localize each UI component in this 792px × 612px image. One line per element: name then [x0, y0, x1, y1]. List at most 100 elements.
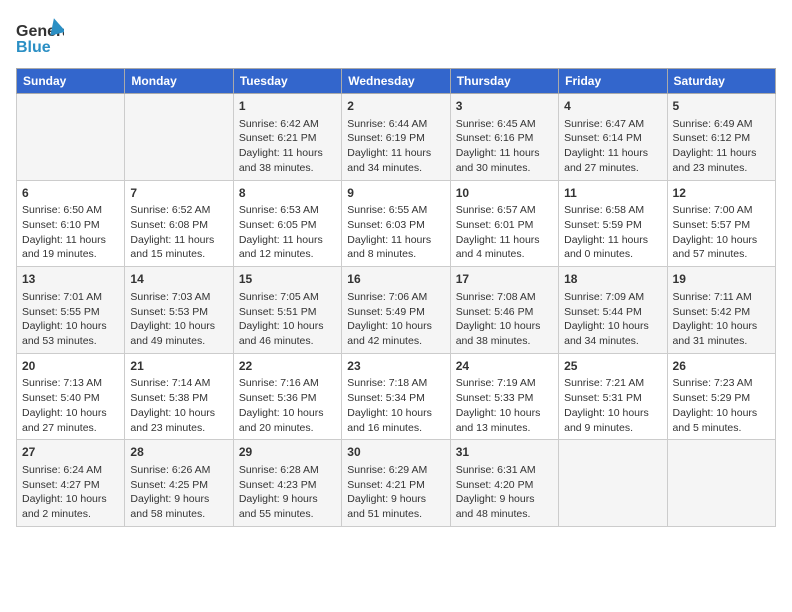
day-number: 6	[22, 185, 119, 202]
day-info: Sunrise: 7:18 AMSunset: 5:34 PMDaylight:…	[347, 376, 444, 435]
day-info: Sunrise: 7:19 AMSunset: 5:33 PMDaylight:…	[456, 376, 553, 435]
day-header-thursday: Thursday	[450, 69, 558, 94]
day-info: Sunrise: 7:01 AMSunset: 5:55 PMDaylight:…	[22, 290, 119, 349]
day-info: Sunrise: 6:57 AMSunset: 6:01 PMDaylight:…	[456, 203, 553, 262]
calendar-cell: 29 Sunrise: 6:28 AMSunset: 4:23 PMDayligh…	[233, 440, 341, 527]
day-info: Sunrise: 7:06 AMSunset: 5:49 PMDaylight:…	[347, 290, 444, 349]
calendar-week-2: 6Sunrise: 6:50 AMSunset: 6:10 PMDaylight…	[17, 180, 776, 267]
day-info: Sunrise: 7:09 AMSunset: 5:44 PMDaylight:…	[564, 290, 661, 349]
day-number: 11	[564, 185, 661, 202]
calendar-cell: 14Sunrise: 7:03 AMSunset: 5:53 PMDayligh…	[125, 267, 233, 354]
day-header-saturday: Saturday	[667, 69, 775, 94]
day-header-tuesday: Tuesday	[233, 69, 341, 94]
day-number: 5	[673, 98, 770, 115]
day-info: Sunrise: 6:53 AMSunset: 6:05 PMDaylight:…	[239, 203, 336, 262]
calendar-cell: 24Sunrise: 7:19 AMSunset: 5:33 PMDayligh…	[450, 353, 558, 440]
day-info: Sunrise: 7:00 AMSunset: 5:57 PMDaylight:…	[673, 203, 770, 262]
day-number: 12	[673, 185, 770, 202]
calendar-cell: 31 Sunrise: 6:31 AMSunset: 4:20 PMDayligh…	[450, 440, 558, 527]
calendar-cell: 11Sunrise: 6:58 AMSunset: 5:59 PMDayligh…	[559, 180, 667, 267]
page-header: General Blue	[16, 16, 776, 60]
day-number: 30	[347, 444, 444, 461]
day-number: 20	[22, 358, 119, 375]
day-number: 1	[239, 98, 336, 115]
calendar-cell: 12Sunrise: 7:00 AMSunset: 5:57 PMDayligh…	[667, 180, 775, 267]
day-info: Sunrise: 7:13 AMSunset: 5:40 PMDaylight:…	[22, 376, 119, 435]
calendar-cell: 30Sunrise: 6:29 AMSunset: 4:21 PMDayligh…	[342, 440, 450, 527]
day-number: 13	[22, 271, 119, 288]
day-info: Sunrise: 7:14 AMSunset: 5:38 PMDaylight:…	[130, 376, 227, 435]
day-number: 25	[564, 358, 661, 375]
calendar-cell: 17Sunrise: 7:08 AMSunset: 5:46 PMDayligh…	[450, 267, 558, 354]
day-info: Sunrise: 7:05 AMSunset: 5:51 PMDaylight:…	[239, 290, 336, 349]
calendar-week-1: 1 Sunrise: 6:42 AMSunset: 6:21 PMDaylight…	[17, 94, 776, 181]
calendar-cell: 13 Sunrise: 7:01 AMSunset: 5:55 PMDayligh…	[17, 267, 125, 354]
day-number: 21	[130, 358, 227, 375]
calendar-cell: 20Sunrise: 7:13 AMSunset: 5:40 PMDayligh…	[17, 353, 125, 440]
day-number: 19	[673, 271, 770, 288]
day-info: Sunrise: 6:26 AMSunset: 4:25 PMDaylight:…	[130, 463, 227, 522]
svg-text:Blue: Blue	[16, 39, 51, 56]
day-number: 27	[22, 444, 119, 461]
calendar-cell: 3 Sunrise: 6:45 AMSunset: 6:16 PMDaylight…	[450, 94, 558, 181]
day-info: Sunrise: 6:44 AMSunset: 6:19 PMDaylight:…	[347, 117, 444, 176]
calendar-table: SundayMondayTuesdayWednesdayThursdayFrid…	[16, 68, 776, 527]
day-info: Sunrise: 6:24 AMSunset: 4:27 PMDaylight:…	[22, 463, 119, 522]
calendar-cell: 16 Sunrise: 7:06 AMSunset: 5:49 PMDayligh…	[342, 267, 450, 354]
calendar-cell: 8Sunrise: 6:53 AMSunset: 6:05 PMDaylight…	[233, 180, 341, 267]
calendar-week-5: 27 Sunrise: 6:24 AMSunset: 4:27 PMDayligh…	[17, 440, 776, 527]
day-info: Sunrise: 6:50 AMSunset: 6:10 PMDaylight:…	[22, 203, 119, 262]
day-info: Sunrise: 6:49 AMSunset: 6:12 PMDaylight:…	[673, 117, 770, 176]
day-number: 4	[564, 98, 661, 115]
day-info: Sunrise: 7:21 AMSunset: 5:31 PMDaylight:…	[564, 376, 661, 435]
calendar-cell: 7Sunrise: 6:52 AMSunset: 6:08 PMDaylight…	[125, 180, 233, 267]
calendar-cell: 26Sunrise: 7:23 AMSunset: 5:29 PMDayligh…	[667, 353, 775, 440]
logo: General Blue	[16, 16, 64, 60]
day-number: 26	[673, 358, 770, 375]
calendar-cell: 23Sunrise: 7:18 AMSunset: 5:34 PMDayligh…	[342, 353, 450, 440]
calendar-cell: 9Sunrise: 6:55 AMSunset: 6:03 PMDaylight…	[342, 180, 450, 267]
day-number: 29	[239, 444, 336, 461]
calendar-cell: 28 Sunrise: 6:26 AMSunset: 4:25 PMDayligh…	[125, 440, 233, 527]
calendar-cell: 25Sunrise: 7:21 AMSunset: 5:31 PMDayligh…	[559, 353, 667, 440]
day-info: Sunrise: 7:11 AMSunset: 5:42 PMDaylight:…	[673, 290, 770, 349]
calendar-cell: 22Sunrise: 7:16 AMSunset: 5:36 PMDayligh…	[233, 353, 341, 440]
day-number: 3	[456, 98, 553, 115]
day-info: Sunrise: 7:03 AMSunset: 5:53 PMDaylight:…	[130, 290, 227, 349]
calendar-cell: 10Sunrise: 6:57 AMSunset: 6:01 PMDayligh…	[450, 180, 558, 267]
calendar-cell: 1 Sunrise: 6:42 AMSunset: 6:21 PMDaylight…	[233, 94, 341, 181]
calendar-cell	[667, 440, 775, 527]
calendar-cell: 27 Sunrise: 6:24 AMSunset: 4:27 PMDayligh…	[17, 440, 125, 527]
calendar-header-row: SundayMondayTuesdayWednesdayThursdayFrid…	[17, 69, 776, 94]
calendar-cell: 19 Sunrise: 7:11 AMSunset: 5:42 PMDayligh…	[667, 267, 775, 354]
calendar-cell: 4Sunrise: 6:47 AMSunset: 6:14 PMDaylight…	[559, 94, 667, 181]
day-info: Sunrise: 7:08 AMSunset: 5:46 PMDaylight:…	[456, 290, 553, 349]
day-info: Sunrise: 6:45 AMSunset: 6:16 PMDaylight:…	[456, 117, 553, 176]
logo-icon: General Blue	[16, 16, 64, 60]
day-number: 18	[564, 271, 661, 288]
day-number: 15	[239, 271, 336, 288]
calendar-cell	[17, 94, 125, 181]
calendar-week-3: 13 Sunrise: 7:01 AMSunset: 5:55 PMDayligh…	[17, 267, 776, 354]
day-number: 23	[347, 358, 444, 375]
calendar-cell: 6Sunrise: 6:50 AMSunset: 6:10 PMDaylight…	[17, 180, 125, 267]
day-number: 24	[456, 358, 553, 375]
day-info: Sunrise: 6:42 AMSunset: 6:21 PMDaylight:…	[239, 117, 336, 176]
day-info: Sunrise: 7:16 AMSunset: 5:36 PMDaylight:…	[239, 376, 336, 435]
day-number: 8	[239, 185, 336, 202]
calendar-week-4: 20Sunrise: 7:13 AMSunset: 5:40 PMDayligh…	[17, 353, 776, 440]
calendar-cell	[559, 440, 667, 527]
calendar-cell: 2Sunrise: 6:44 AMSunset: 6:19 PMDaylight…	[342, 94, 450, 181]
day-info: Sunrise: 6:31 AMSunset: 4:20 PMDaylight:…	[456, 463, 553, 522]
day-header-friday: Friday	[559, 69, 667, 94]
calendar-cell	[125, 94, 233, 181]
day-header-wednesday: Wednesday	[342, 69, 450, 94]
day-number: 31	[456, 444, 553, 461]
day-info: Sunrise: 6:58 AMSunset: 5:59 PMDaylight:…	[564, 203, 661, 262]
calendar-cell: 5 Sunrise: 6:49 AMSunset: 6:12 PMDaylight…	[667, 94, 775, 181]
day-number: 16	[347, 271, 444, 288]
day-number: 28	[130, 444, 227, 461]
day-header-monday: Monday	[125, 69, 233, 94]
day-info: Sunrise: 6:28 AMSunset: 4:23 PMDaylight:…	[239, 463, 336, 522]
day-info: Sunrise: 7:23 AMSunset: 5:29 PMDaylight:…	[673, 376, 770, 435]
